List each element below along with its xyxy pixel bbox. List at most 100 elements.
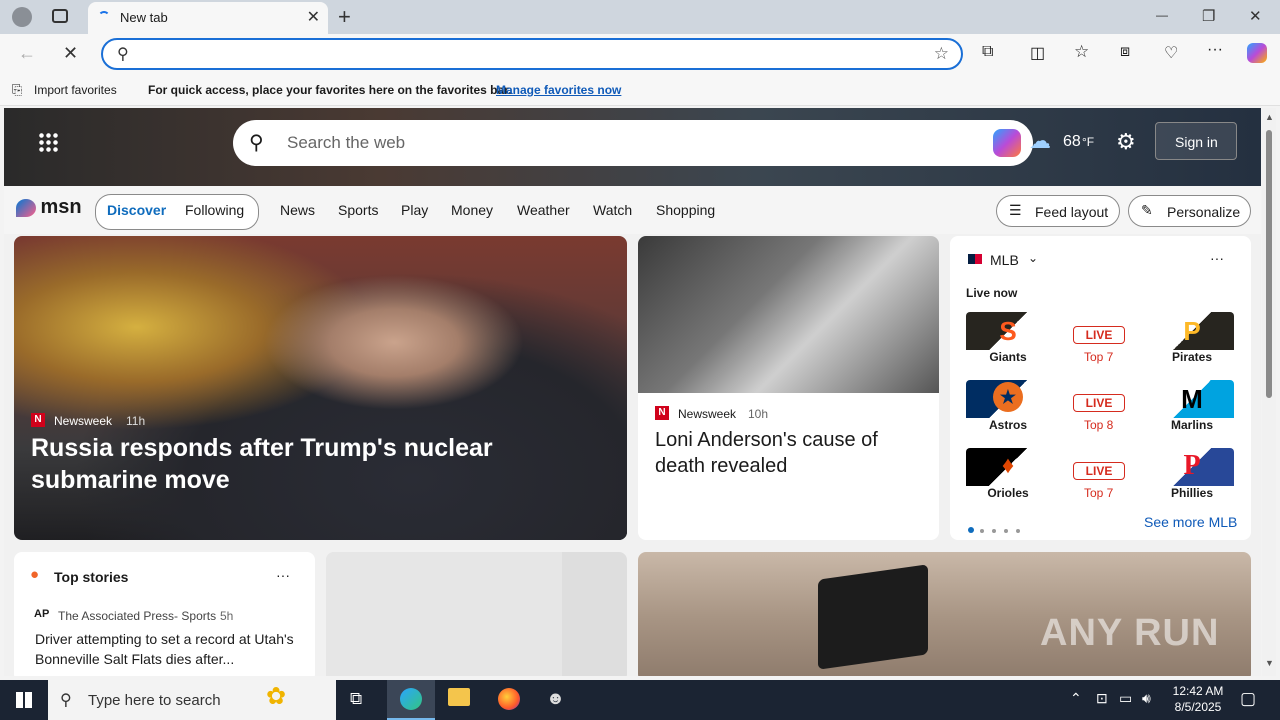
chevron-down-icon[interactable]: ⌄ (1028, 251, 1038, 265)
graduation-cap-image (818, 564, 928, 670)
taskbar-search[interactable]: ⚲ Type here to search ✿ (48, 680, 336, 720)
back-icon[interactable]: ← (18, 43, 36, 64)
sign-in-button[interactable]: Sign in (1155, 122, 1237, 160)
start-button[interactable] (0, 680, 48, 720)
web-search-icon: ⚲ (249, 132, 264, 154)
personalize-button[interactable]: ✎ Personalize (1128, 195, 1251, 227)
weather-unit: °F (1082, 135, 1095, 149)
taskbar-date[interactable]: 8/5/2025 (1170, 700, 1226, 714)
close-window-button[interactable]: ✕ (1249, 7, 1262, 25)
scroll-up-icon[interactable]: ▲ (1265, 112, 1274, 122)
new-tab-button[interactable]: + (338, 4, 351, 30)
main-story-age: 11h (126, 414, 146, 428)
newsweek-logo-icon: N (31, 413, 45, 427)
minimize-button[interactable]: — (1156, 8, 1168, 22)
more-options-icon[interactable]: ··· (1207, 41, 1223, 59)
tray-wifi-icon[interactable]: ▭ (1119, 690, 1132, 707)
browser-essentials-icon[interactable]: ♡ (1164, 43, 1178, 63)
tray-volume-icon[interactable]: 🔊︎ (1142, 690, 1151, 707)
weather-temp[interactable]: 68 (1063, 133, 1081, 151)
add-favorite-icon[interactable]: ☆ (934, 44, 949, 64)
game-row[interactable]: S Giants LIVE Top 7 P Pirates (966, 312, 1234, 372)
taskbar-search-input[interactable]: Type here to search (88, 692, 221, 709)
feed-layout-label: Feed layout (1035, 204, 1109, 220)
tray-chevron-icon[interactable]: ⌃ (1070, 690, 1082, 707)
firefox-icon[interactable] (498, 688, 520, 710)
split-screen-icon[interactable]: ◫ (1030, 43, 1045, 63)
second-story-headline[interactable]: Loni Anderson's cause of death revealed (655, 427, 915, 479)
nav-money[interactable]: Money (451, 202, 493, 218)
hero-banner: ⚲ Search the web ☁ 68 °F ⚙ Sign in (4, 108, 1261, 186)
top-stories-more-icon[interactable]: ··· (276, 567, 290, 583)
inning: Top 7 (1084, 350, 1114, 364)
pirates-logo-icon: P (1150, 312, 1234, 350)
apps-launcher-icon[interactable] (38, 132, 58, 152)
live-badge: LIVE (1073, 394, 1125, 412)
scroll-down-icon[interactable]: ▼ (1265, 658, 1274, 668)
top-story-headline[interactable]: Driver attempting to set a record at Uta… (35, 629, 297, 669)
collections-icon[interactable]: ⧈ (1120, 43, 1130, 61)
game-row[interactable]: ★ Astros LIVE Top 8 M Marlins (966, 380, 1234, 440)
notifications-icon[interactable]: ▢ (1240, 689, 1256, 709)
search-highlight-icon: ✿ (266, 683, 287, 710)
favorites-icon[interactable]: ☆ (1074, 42, 1089, 62)
mlb-card: MLB ⌄ ··· Live now S Giants LIVE Top 7 P… (950, 236, 1251, 540)
home-team: ★ Astros (966, 380, 1050, 440)
tab-close-icon[interactable]: ✕ (307, 7, 320, 27)
feed-layout-icon: ☰ (1009, 202, 1022, 218)
stop-loading-icon[interactable]: ✕ (63, 43, 78, 64)
tab-discover[interactable]: Discover (107, 202, 166, 218)
tab-following[interactable]: Following (185, 202, 244, 218)
nav-watch[interactable]: Watch (593, 202, 632, 218)
copilot-search-icon[interactable] (993, 129, 1021, 157)
main-story-card[interactable]: N Newsweek 11h Russia responds after Tru… (14, 236, 627, 540)
task-view-icon[interactable]: ⧉ (350, 689, 362, 709)
search-icon: ⚲ (117, 46, 129, 63)
restore-button[interactable]: ❐ (1202, 7, 1215, 25)
game-row[interactable]: ♦ Orioles LIVE Top 7 P Phillies (966, 448, 1234, 508)
extensions-icon[interactable]: ⧉ (982, 43, 993, 61)
away-team-name: Marlins (1170, 418, 1213, 432)
top-stories-title[interactable]: Top stories (54, 569, 128, 585)
nav-news[interactable]: News (280, 202, 315, 218)
away-team: P Phillies (1150, 448, 1234, 508)
second-story-card[interactable]: N Newsweek 10h Loni Anderson's cause of … (638, 236, 939, 540)
mlb-more-icon[interactable]: ··· (1210, 250, 1224, 266)
feed-layout-button[interactable]: ☰ Feed layout (996, 195, 1120, 227)
ad-placeholder-block (326, 552, 562, 676)
taskbar-time[interactable]: 12:42 AM (1170, 684, 1226, 698)
settings-gear-icon[interactable]: ⚙ (1116, 129, 1136, 155)
nav-shopping[interactable]: Shopping (656, 202, 715, 218)
windows-icon (16, 692, 32, 708)
edge-taskbar-button[interactable] (387, 680, 435, 720)
nav-weather[interactable]: Weather (517, 202, 570, 218)
astros-logo-icon: ★ (966, 380, 1050, 418)
scroll-thumb[interactable] (1266, 130, 1272, 398)
app-icon[interactable]: ☻ (546, 688, 565, 709)
see-more-mlb-link[interactable]: See more MLB (1144, 514, 1237, 530)
nav-play[interactable]: Play (401, 202, 428, 218)
tab-actions-icon[interactable] (52, 9, 68, 23)
address-bar[interactable]: ⚲ ☆ (101, 38, 963, 70)
newsweek-logo-icon: N (655, 406, 669, 420)
nav-sports[interactable]: Sports (338, 202, 378, 218)
tab-new-tab[interactable]: New tab ✕ (88, 2, 328, 34)
web-search-input[interactable]: Search the web (287, 133, 405, 153)
import-favorites-button[interactable]: Import favorites (34, 83, 117, 97)
main-story-headline[interactable]: Russia responds after Trump's nuclear su… (31, 432, 611, 496)
home-team: ♦ Orioles (966, 448, 1050, 508)
mlb-title[interactable]: MLB (990, 252, 1019, 268)
manage-favorites-link[interactable]: Manage favorites now (496, 83, 621, 97)
copilot-icon[interactable] (1247, 43, 1267, 63)
page-scrollbar[interactable]: ▲ ▼ (1262, 108, 1276, 676)
main-story-source: Newsweek (54, 414, 113, 428)
edge-icon (400, 688, 422, 710)
story-photo (638, 236, 939, 393)
web-search-box[interactable]: ⚲ Search the web (233, 120, 1033, 166)
profile-icon[interactable] (12, 7, 32, 27)
carousel-dots[interactable] (968, 520, 1020, 538)
tray-network-icon[interactable]: ⊡ (1096, 690, 1108, 707)
file-explorer-icon[interactable] (448, 688, 470, 706)
msn-logo[interactable]: msn (16, 196, 82, 219)
weather-icon[interactable]: ☁ (1029, 128, 1051, 154)
